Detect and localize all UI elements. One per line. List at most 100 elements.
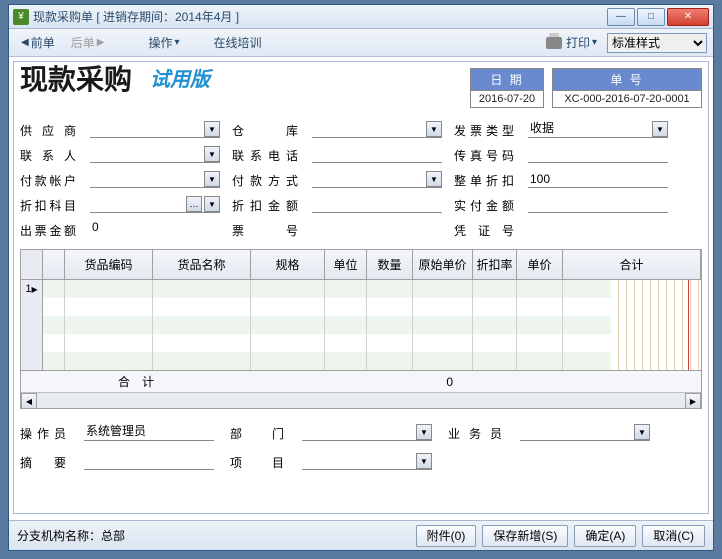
fax-label: 传真号码: [454, 145, 516, 164]
summary-input[interactable]: [84, 452, 214, 470]
sales-input[interactable]: ▼: [520, 423, 650, 441]
voucher-no-label: 凭 证 号: [454, 220, 516, 239]
order-discount-label: 整单折扣: [454, 170, 516, 189]
pay-account-input[interactable]: ▼: [90, 170, 220, 188]
col-origprice[interactable]: 原始单价: [413, 250, 473, 279]
chevron-down-icon: ▾: [174, 37, 179, 48]
supplier-input[interactable]: ▼: [90, 120, 220, 138]
ellipsis-icon[interactable]: …: [186, 196, 202, 212]
arrow-right-icon: ▶: [97, 37, 105, 48]
print-icon: [546, 37, 562, 49]
invoice-type-label: 发票类型: [454, 120, 516, 139]
app-icon: ¥: [13, 9, 29, 25]
table-header: 货品编码 货品名称 规格 单位 数量 原始单价 折扣率 单价 合计: [21, 250, 701, 280]
online-training-button[interactable]: 在线培训: [207, 32, 267, 53]
table-footer: 合 计 0: [21, 370, 701, 392]
operator-label: 操作员: [20, 423, 68, 442]
print-button[interactable]: 打印 ▾: [540, 32, 603, 53]
items-table: 货品编码 货品名称 规格 单位 数量 原始单价 折扣率 单价 合计 1▶: [20, 249, 702, 409]
draft-amount-label: 出票金额: [20, 220, 78, 239]
chevron-down-icon: ▾: [592, 37, 597, 48]
chevron-down-icon[interactable]: ▼: [416, 424, 432, 440]
col-discount[interactable]: 折扣率: [473, 250, 517, 279]
arrow-left-icon: ◀: [21, 37, 29, 48]
prev-order-button[interactable]: ◀前单: [15, 32, 61, 53]
save-new-button[interactable]: 保存新增(S): [482, 525, 568, 547]
sales-label: 业务员: [448, 423, 504, 442]
window-title: 现款采购单 [ 进销存期间：2014年4月 ]: [33, 8, 607, 25]
table-row[interactable]: 1▶: [21, 280, 701, 298]
actual-pay-input[interactable]: [528, 195, 668, 213]
trial-badge: 试用版: [150, 66, 210, 94]
col-qty[interactable]: 数量: [367, 250, 413, 279]
horizontal-scrollbar[interactable]: ◀ ▶: [21, 392, 701, 408]
total-label: 合 计: [21, 373, 251, 390]
scroll-left-icon[interactable]: ◀: [21, 393, 37, 409]
draft-no-label: 票 号: [232, 220, 300, 239]
actual-pay-label: 实付金额: [454, 195, 516, 214]
minimize-button[interactable]: —: [607, 8, 635, 26]
style-select[interactable]: 标准样式: [607, 33, 707, 53]
project-input[interactable]: ▼: [302, 452, 432, 470]
discount-amount-input[interactable]: [312, 195, 442, 213]
contact-label: 联 系 人: [20, 145, 78, 164]
chevron-down-icon[interactable]: ▼: [204, 196, 220, 212]
operator-input[interactable]: 系统管理员: [84, 423, 214, 441]
discount-amount-label: 折扣金额: [232, 195, 300, 214]
contact-input[interactable]: ▼: [90, 145, 220, 163]
pay-method-input[interactable]: ▼: [312, 170, 442, 188]
cancel-button[interactable]: 取消(C): [642, 525, 705, 547]
chevron-down-icon[interactable]: ▼: [416, 453, 432, 469]
total-qty: 0: [446, 375, 453, 389]
operate-menu[interactable]: 操作 ▾: [142, 32, 185, 53]
chevron-down-icon[interactable]: ▼: [426, 121, 442, 137]
ok-button[interactable]: 确定(A): [574, 525, 636, 547]
next-order-button[interactable]: 后单▶: [65, 32, 111, 53]
col-code[interactable]: 货品编码: [65, 250, 153, 279]
attachment-button[interactable]: 附件(0): [416, 525, 477, 547]
branch-label: 分支机构名称：总部: [17, 527, 410, 544]
chevron-down-icon[interactable]: ▼: [634, 424, 650, 440]
chevron-down-icon[interactable]: ▼: [204, 171, 220, 187]
chevron-down-icon[interactable]: ▼: [204, 146, 220, 162]
order-no-box: 单 号 XC-000-2016-07-20-0001: [552, 68, 702, 108]
form-grid: 供 应 商 ▼ 仓 库 ▼ 发票类型 收据▼ 联 系 人 ▼ 联系电话 传真号码…: [20, 120, 702, 239]
col-price[interactable]: 单价: [517, 250, 563, 279]
maximize-button[interactable]: □: [637, 8, 665, 26]
summary-label: 摘 要: [20, 452, 68, 471]
grid-paper-overlay: [611, 280, 701, 370]
pay-account-label: 付款帐户: [20, 170, 78, 189]
close-button[interactable]: ✕: [667, 8, 709, 26]
order-no-label: 单 号: [553, 69, 701, 91]
pay-method-label: 付款方式: [232, 170, 300, 189]
chevron-down-icon[interactable]: ▼: [652, 121, 668, 137]
scroll-right-icon[interactable]: ▶: [685, 393, 701, 409]
chevron-down-icon[interactable]: ▼: [426, 171, 442, 187]
chevron-down-icon[interactable]: ▼: [204, 121, 220, 137]
draft-amount-value: 0: [90, 220, 220, 239]
phone-input[interactable]: [312, 145, 442, 163]
content-area: 现款采购 试用版 日 期 2016-07-20 单 号 XC-000-2016-…: [13, 61, 709, 514]
col-total[interactable]: 合计: [563, 250, 701, 279]
col-unit[interactable]: 单位: [325, 250, 367, 279]
discount-subject-input[interactable]: …▼: [90, 195, 220, 213]
fax-input[interactable]: [528, 145, 668, 163]
row-index: 1▶: [21, 280, 43, 298]
table-body[interactable]: 1▶: [21, 280, 701, 370]
dept-input[interactable]: ▼: [302, 423, 432, 441]
date-label: 日 期: [471, 69, 543, 91]
phone-label: 联系电话: [232, 145, 300, 164]
main-window: ¥ 现款采购单 [ 进销存期间：2014年4月 ] — □ ✕ ◀前单 后单▶ …: [8, 4, 714, 551]
warehouse-input[interactable]: ▼: [312, 120, 442, 138]
date-value[interactable]: 2016-07-20: [471, 91, 543, 107]
date-box: 日 期 2016-07-20: [470, 68, 544, 108]
order-discount-input[interactable]: 100: [528, 170, 668, 188]
page-title: 现款采购: [20, 66, 132, 94]
toolbar: ◀前单 后单▶ 操作 ▾ 在线培训 打印 ▾ 标准样式: [9, 29, 713, 57]
footer-form: 操作员 系统管理员 部 门 ▼ 业务员 ▼ 摘 要 项 目 ▼: [20, 423, 702, 471]
col-name[interactable]: 货品名称: [153, 250, 251, 279]
project-label: 项 目: [230, 452, 286, 471]
invoice-type-input[interactable]: 收据▼: [528, 120, 668, 138]
title-bar: ¥ 现款采购单 [ 进销存期间：2014年4月 ] — □ ✕: [9, 5, 713, 29]
col-spec[interactable]: 规格: [251, 250, 325, 279]
